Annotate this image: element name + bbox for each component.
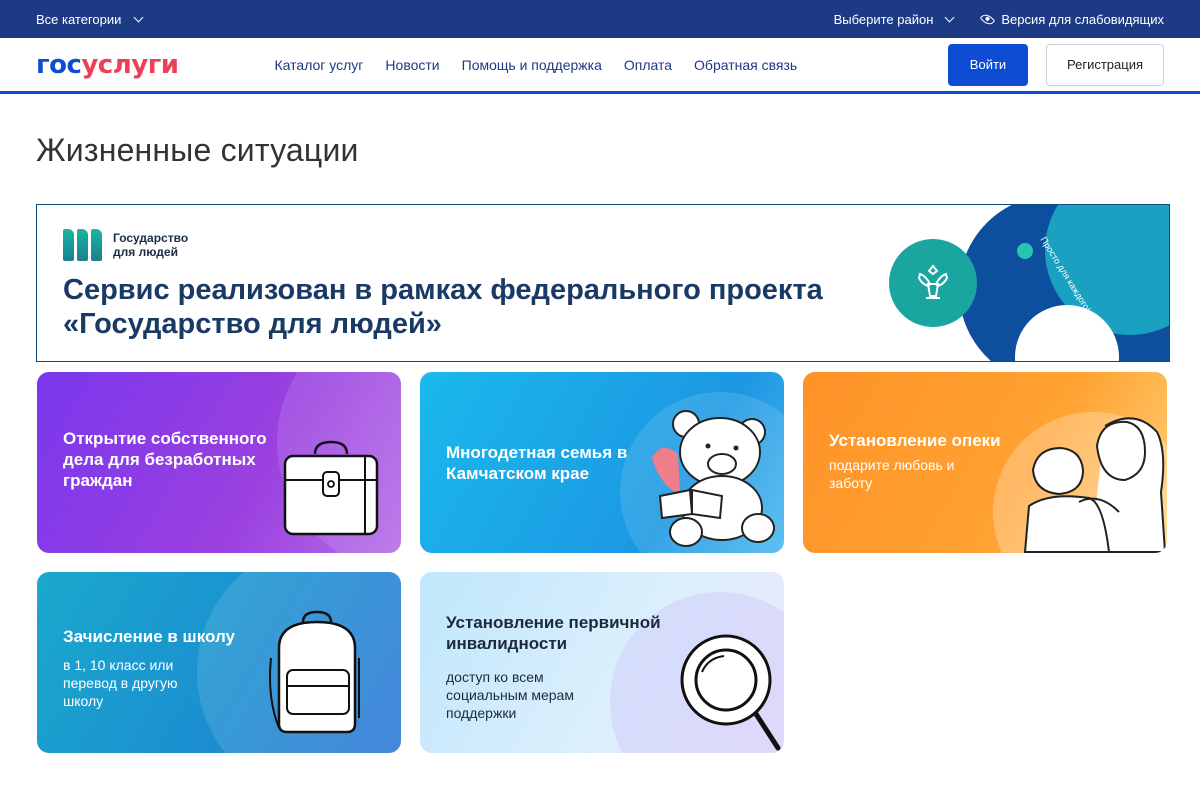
nav-help[interactable]: Помощь и поддержка bbox=[462, 57, 602, 73]
card-own-business[interactable]: Открытие собственного дела для безработн… bbox=[37, 372, 401, 553]
nav-catalog[interactable]: Каталог услуг bbox=[275, 57, 364, 73]
card-title: Зачисление в школу bbox=[63, 627, 236, 646]
card-guardianship[interactable]: Установление опеки подарите любовь и заб… bbox=[803, 372, 1167, 553]
logo-part-gos: гос bbox=[36, 49, 82, 80]
eagle-icon bbox=[917, 264, 949, 299]
region-label: Выберите район bbox=[833, 11, 934, 27]
page-title: Жизненные ситуации bbox=[36, 132, 359, 168]
card-subtitle: в 1, 10 класс или перевод в другую школу bbox=[63, 657, 178, 709]
project-name: Государство для людей bbox=[113, 231, 189, 259]
card-subtitle: доступ ко всем социальным мерам поддержк… bbox=[446, 669, 574, 721]
project-banner[interactable]: Государство для людей Сервис реализован … bbox=[36, 204, 1170, 362]
mother-child-icon bbox=[1023, 417, 1167, 553]
project-logo: Государство для людей bbox=[63, 229, 213, 261]
backpack-icon bbox=[269, 610, 360, 734]
region-dropdown[interactable]: Выберите район bbox=[833, 11, 955, 27]
card-title: Открытие собственного дела для безработн… bbox=[63, 429, 267, 490]
card-school-enrollment[interactable]: Зачисление в школу в 1, 10 класс или пер… bbox=[37, 572, 401, 753]
card-title: Многодетная семья в Камчатском крае bbox=[446, 443, 628, 483]
emblem-icon bbox=[889, 239, 977, 327]
magnifier-icon bbox=[680, 634, 781, 751]
site-header: госуслуги Каталог услуг Новости Помощь и… bbox=[0, 38, 1200, 94]
banner-decor-dot bbox=[1017, 243, 1033, 259]
main-nav: Каталог услуг Новости Помощь и поддержка… bbox=[275, 57, 798, 73]
chevron-down-icon bbox=[944, 12, 955, 22]
register-button[interactable]: Регистрация bbox=[1046, 43, 1164, 86]
nav-news[interactable]: Новости bbox=[385, 57, 439, 73]
login-button[interactable]: Войти bbox=[948, 43, 1028, 86]
project-icon bbox=[63, 229, 103, 261]
logo-part-uslugi: услуги bbox=[81, 49, 179, 80]
card-disability[interactable]: Установление первичной инвалидности дост… bbox=[420, 572, 784, 753]
teddy-bear-icon bbox=[652, 410, 775, 547]
accessibility-label: Версия для слабовидящих bbox=[1001, 11, 1164, 27]
gosuslugi-logo[interactable]: госуслуги bbox=[36, 50, 179, 80]
chevron-down-icon bbox=[133, 12, 144, 22]
nav-feedback[interactable]: Обратная связь bbox=[694, 57, 797, 73]
categories-label: Все категории bbox=[36, 11, 122, 27]
categories-dropdown[interactable]: Все категории bbox=[36, 11, 144, 27]
banner-title: Сервис реализован в рамках федерального … bbox=[63, 274, 823, 340]
nav-payment[interactable]: Оплата bbox=[624, 57, 672, 73]
accessibility-link[interactable]: Версия для слабовидящих bbox=[980, 11, 1164, 27]
card-large-family[interactable]: Многодетная семья в Камчатском крае bbox=[420, 372, 784, 553]
briefcase-icon bbox=[283, 440, 379, 536]
top-bar: Все категории Выберите район Версия для … bbox=[0, 0, 1200, 38]
card-subtitle: подарите любовь и заботу bbox=[829, 457, 955, 491]
eye-icon bbox=[980, 11, 996, 27]
